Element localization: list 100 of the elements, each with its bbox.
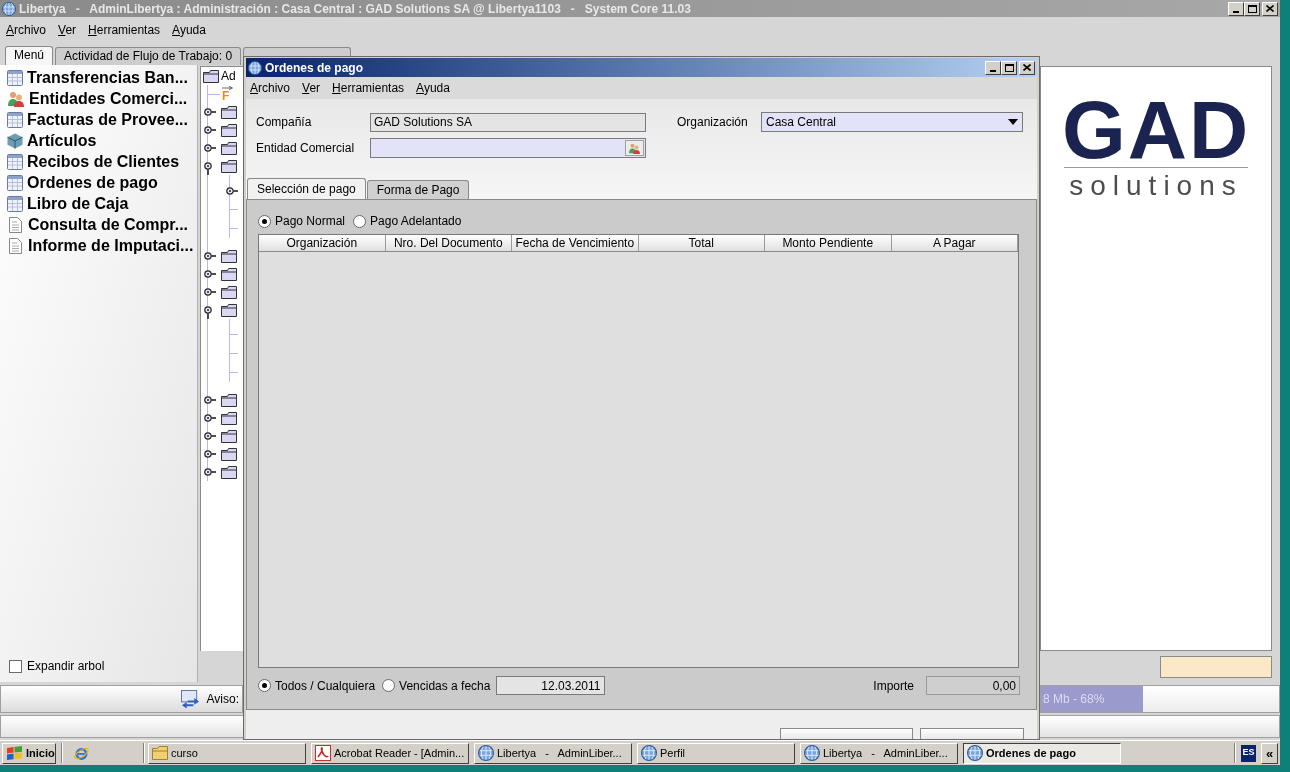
tree-toggle-icon[interactable] (204, 252, 216, 260)
radio-icon[interactable] (353, 214, 367, 228)
menu-item[interactable]: Ver (302, 81, 321, 95)
column-header[interactable]: Total (638, 235, 765, 251)
taskbar-button[interactable]: Acrobat Reader - [Admin... (311, 742, 469, 764)
folder-icon (221, 141, 237, 155)
checkbox-icon[interactable] (9, 659, 22, 673)
menu-entry[interactable]: Consulta de Compr... (0, 214, 197, 235)
tree-toggle-icon[interactable] (204, 270, 216, 278)
taskbar-button[interactable]: Libertya - AdminLiber... (800, 742, 958, 764)
radio-option[interactable]: Pago Normal (258, 212, 346, 230)
tab[interactable]: Actividad de Flujo de Trabajo: 0 (55, 47, 242, 65)
close-button[interactable] (1019, 60, 1035, 75)
document-icon (9, 216, 22, 233)
radio-option[interactable]: Pago Adelantado (353, 212, 462, 230)
menu-entry[interactable]: Facturas de Provee... (0, 109, 197, 130)
tab[interactable]: Selección de pago (247, 178, 366, 199)
arrow-icon (222, 86, 233, 90)
status-message: Aviso: (206, 691, 239, 708)
radio-option[interactable]: Todos / Cualquiera (258, 676, 376, 695)
tab[interactable]: Menú (5, 46, 54, 65)
language-indicator[interactable]: ES (1241, 744, 1256, 762)
field-label: Organización (677, 115, 748, 129)
folder-icon (221, 285, 237, 299)
tree-toggle-icon[interactable] (204, 162, 212, 175)
maximize-button[interactable] (1244, 1, 1260, 16)
column-header[interactable]: Fecha de Vencimiento (512, 235, 639, 251)
start-button[interactable]: Inicio (2, 742, 56, 764)
close-button[interactable] (1262, 1, 1278, 16)
memory-reading: 8 Mb - 68% (1043, 692, 1105, 706)
menu-entry[interactable]: Artículos (0, 130, 197, 151)
tree-toggle-icon[interactable] (204, 396, 216, 404)
checkbox-option[interactable]: Expandir arbol (9, 657, 197, 675)
minimize-icon (1233, 10, 1239, 13)
tree-toggle-icon[interactable] (204, 126, 216, 134)
tree-toggle-icon[interactable] (204, 450, 216, 458)
text-field[interactable]: GAD Solutions SA (370, 112, 646, 132)
window-icon (7, 69, 23, 86)
date-field[interactable]: 12.03.2011 (496, 676, 606, 695)
minimize-button[interactable] (1228, 1, 1244, 16)
radio-option[interactable]: Vencidas a fecha (382, 676, 491, 695)
lookup-field[interactable] (370, 138, 646, 158)
taskbar-button[interactable]: Perfil (637, 742, 795, 764)
taskbar-button[interactable]: Libertya - AdminLiber... (474, 742, 632, 764)
tree-toggle-icon[interactable] (226, 186, 238, 195)
tree-toggle-icon[interactable] (204, 108, 216, 116)
field-label: Entidad Comercial (256, 141, 355, 155)
menu-item[interactable]: Archivo (250, 81, 291, 95)
folder-icon (203, 69, 219, 83)
tab[interactable]: Forma de Pago (366, 180, 470, 199)
menu-item[interactable]: Herramientas (88, 22, 161, 37)
minimize-button[interactable] (985, 60, 1001, 75)
column-header[interactable]: Monto Pendiente (765, 235, 892, 251)
menu-entry[interactable]: Recibos de Clientes (0, 151, 197, 172)
menu-item[interactable]: Ayuda (416, 81, 450, 95)
radio-icon[interactable] (382, 679, 396, 692)
action-button[interactable] (780, 728, 913, 739)
menu-item[interactable]: Ver (58, 22, 77, 37)
maximize-icon (1247, 4, 1257, 13)
radio-icon[interactable] (258, 214, 271, 228)
tree-toggle-icon[interactable] (204, 414, 216, 422)
menu-entry[interactable]: Libro de Caja (0, 193, 197, 214)
tray-expand-button[interactable]: « (1261, 742, 1278, 764)
tree-toggle-icon[interactable] (204, 144, 216, 152)
people-icon (628, 142, 641, 154)
menu-entry[interactable]: Transferencias Ban... (0, 67, 197, 88)
menu-item[interactable]: Ayuda (172, 22, 206, 37)
input-field[interactable] (1160, 656, 1272, 678)
menu-entry[interactable]: Informe de Imputaci... (0, 235, 197, 256)
lookup-button[interactable] (625, 140, 644, 156)
tree-toggle-icon[interactable] (204, 288, 216, 296)
caret-icon (1008, 119, 1018, 125)
menu-item[interactable]: Archivo (6, 22, 47, 37)
dialog-title: Ordenes de pago (265, 59, 364, 77)
folder-icon (221, 429, 237, 443)
column-header[interactable]: A Pagar (891, 235, 1018, 251)
menu-item[interactable]: Herramientas (332, 81, 405, 95)
close-icon (1266, 5, 1274, 12)
taskbar-button[interactable]: curso (148, 742, 306, 764)
window-icon (7, 195, 23, 212)
minimize-icon (990, 69, 996, 72)
radio-icon[interactable] (258, 679, 271, 692)
column-header[interactable]: Nro. Del Documento (385, 235, 512, 251)
menu-entry[interactable]: Ordenes de pago (0, 172, 197, 193)
folder-icon (221, 105, 237, 119)
maximize-button[interactable] (1001, 60, 1017, 75)
logo-mark: GAD (1061, 97, 1251, 163)
menu-entry[interactable]: Entidades Comerci... (0, 88, 197, 109)
tree-label[interactable]: Ad (221, 67, 236, 85)
tree-toggle-icon[interactable] (204, 468, 216, 476)
tree-toggle-icon[interactable] (204, 432, 216, 440)
amount-field[interactable]: 0,00 (926, 676, 1020, 695)
window-icon (7, 111, 23, 128)
dropdown[interactable]: Casa Central (761, 112, 1023, 132)
taskbar-button[interactable]: Ordenes de pago (963, 742, 1121, 764)
column-header[interactable]: Organización (259, 235, 386, 251)
tree-toggle-icon[interactable] (204, 306, 212, 319)
window-icon (7, 153, 23, 170)
action-button[interactable] (920, 728, 1024, 739)
folder-icon (221, 393, 237, 407)
